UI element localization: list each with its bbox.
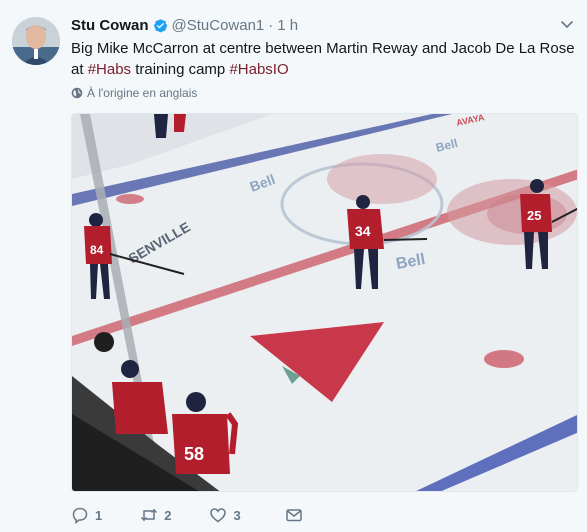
tweet-photo[interactable]: Bell Bell Bell AVAYA SENVILLE 84 34 25 5… [71, 113, 578, 492]
heart-icon [210, 508, 227, 523]
like-count: 3 [233, 507, 241, 523]
author-name[interactable]: Stu Cowan [71, 17, 149, 34]
tweet-header: Stu Cowan @StuCowan1 · 1 h [71, 15, 298, 35]
jersey-number: 25 [527, 208, 541, 223]
verified-badge-icon [153, 18, 167, 32]
hashtag-link-habs[interactable]: #Habs [88, 61, 131, 78]
translate-indicator[interactable]: À l'origine en anglais [71, 86, 197, 100]
reply-count: 1 [95, 507, 103, 523]
author-handle[interactable]: @StuCowan1 [172, 17, 265, 34]
jersey-number: 58 [184, 444, 204, 464]
jersey-number: 84 [90, 243, 104, 257]
retweet-count: 2 [164, 507, 172, 523]
hashtag-link-habsio[interactable]: #HabsIO [229, 61, 288, 78]
reply-icon [72, 507, 88, 524]
translate-label: À l'origine en anglais [87, 86, 198, 100]
tweet-timestamp[interactable]: 1 h [277, 17, 298, 34]
tweet-card[interactable]: Stu Cowan @StuCowan1 · 1 h Big Mike McCa… [0, 0, 587, 532]
retweet-icon [141, 508, 158, 522]
reply-button[interactable]: 1 [71, 506, 102, 524]
jersey-number: 34 [355, 223, 371, 239]
header-separator: · [268, 16, 274, 34]
retweet-button[interactable]: 2 [140, 506, 171, 524]
author-avatar[interactable] [12, 17, 60, 65]
chevron-down-icon[interactable] [560, 17, 574, 31]
envelope-icon [285, 509, 302, 522]
tweet-text: Big Mike McCarron at centre between Mart… [71, 38, 576, 80]
globe-icon [71, 87, 83, 99]
tweet-actions: 1 2 3 [71, 506, 347, 524]
direct-message-button[interactable] [285, 506, 309, 524]
like-button[interactable]: 3 [209, 506, 241, 524]
tweet-text-part: training camp [131, 61, 230, 78]
